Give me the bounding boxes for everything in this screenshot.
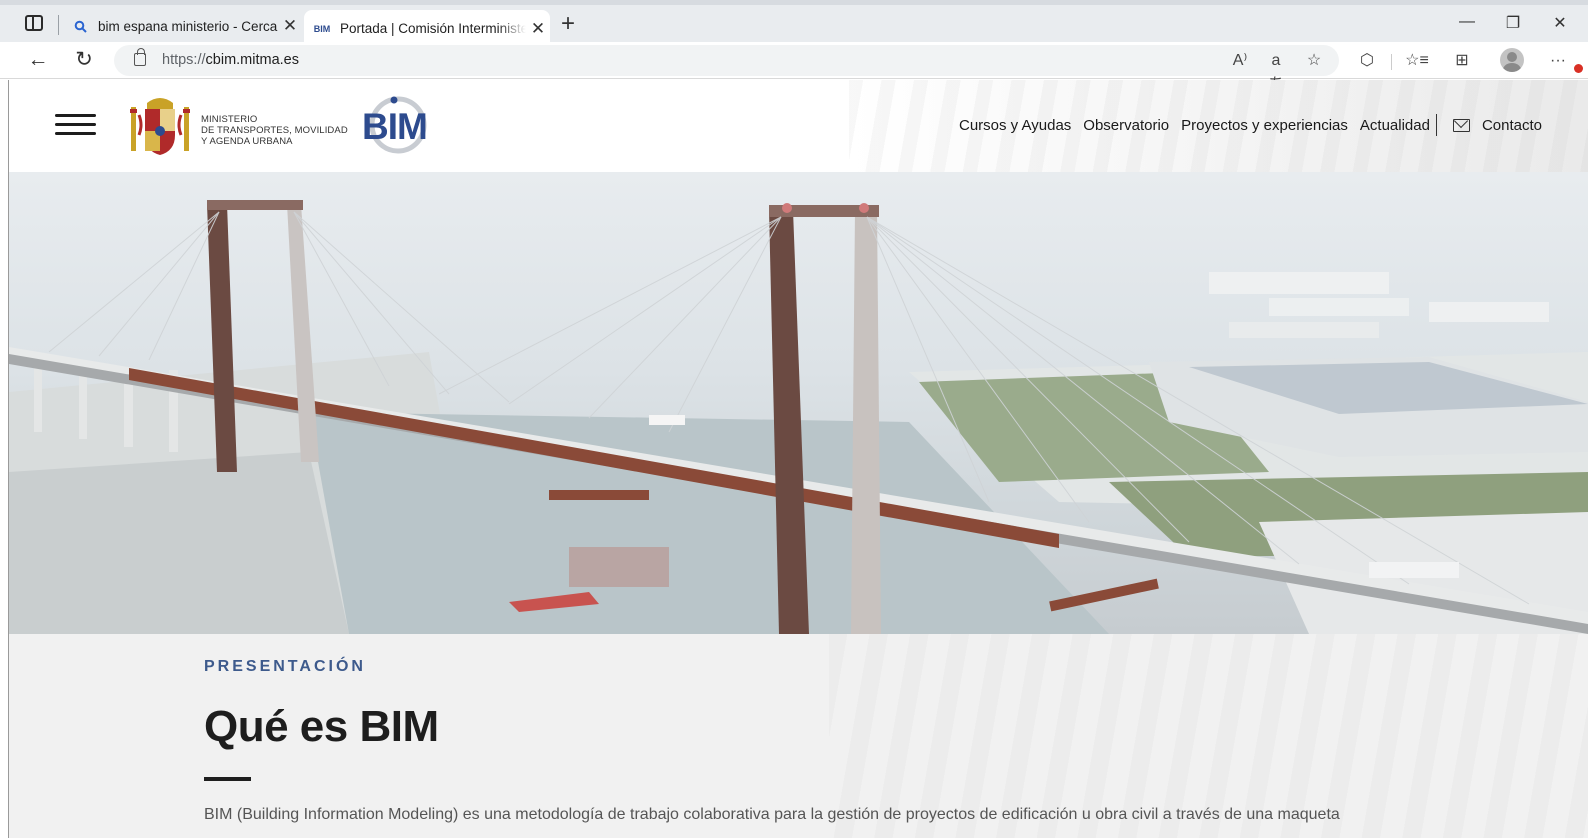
tab-actions-icon[interactable]: [25, 15, 43, 31]
tab-title: bim espana ministerio - Cerca: [98, 18, 278, 34]
more-menu-icon[interactable]: ···: [1546, 49, 1570, 73]
refresh-icon[interactable]: ↻: [70, 47, 98, 75]
hero-bridge-image: [9, 172, 1588, 634]
nav-actualidad[interactable]: Actualidad: [1360, 117, 1430, 134]
add-favorite-icon[interactable]: ☆: [1302, 49, 1326, 73]
tab-title: Portada | Comisión Interministerial BIM: [340, 21, 526, 36]
minimize-icon[interactable]: —: [1452, 13, 1482, 31]
collections-icon[interactable]: ⊞: [1450, 49, 1474, 73]
bim-logo[interactable]: BIM: [361, 95, 431, 155]
browser-tab-strip: bim espana ministerio - Cerca ✕ BIM Port…: [0, 0, 1588, 47]
nav-divider: [1435, 114, 1437, 136]
read-aloud-icon[interactable]: A⁾: [1228, 49, 1252, 73]
coat-of-arms-icon[interactable]: [129, 95, 191, 157]
intro-paragraph: BIM (Building Information Modeling) es u…: [204, 806, 1340, 823]
site-header: MINISTERIO DE TRANSPORTES, MOVILIDAD Y A…: [9, 80, 1588, 172]
lock-icon: [134, 48, 146, 66]
nav-observatorio[interactable]: Observatorio: [1083, 117, 1169, 134]
ministry-name[interactable]: MINISTERIO DE TRANSPORTES, MOVILIDAD Y A…: [201, 114, 348, 147]
nav-contacto[interactable]: Contacto: [1482, 117, 1542, 134]
nav-cursos-y-ayudas[interactable]: Cursos y Ayudas: [959, 117, 1071, 134]
mail-icon[interactable]: [1452, 118, 1470, 132]
tab-divider: [58, 15, 59, 35]
browser-tab-search[interactable]: bim espana ministerio - Cerca ✕: [62, 10, 302, 42]
presentation-section: PRESENTACIÓN Qué es BIM BIM (Building In…: [9, 634, 1588, 838]
search-icon: [72, 18, 88, 34]
web-page: MINISTERIO DE TRANSPORTES, MOVILIDAD Y A…: [9, 80, 1588, 838]
close-tab-icon[interactable]: ✕: [526, 19, 550, 39]
new-tab-icon[interactable]: +: [556, 12, 580, 37]
toolbar-separator: [1391, 54, 1392, 70]
restore-icon[interactable]: ❐: [1498, 13, 1528, 33]
address-bar[interactable]: https://cbim.mitma.es: [114, 45, 1339, 76]
close-tab-icon[interactable]: ✕: [278, 16, 302, 36]
extensions-icon[interactable]: ⬡: [1355, 49, 1379, 73]
section-eyebrow: PRESENTACIÓN: [204, 658, 366, 675]
close-window-icon[interactable]: ✕: [1545, 13, 1575, 33]
bim-favicon: BIM: [313, 23, 331, 34]
profile-avatar[interactable]: [1500, 48, 1524, 72]
url-text: https://cbim.mitma.es: [162, 52, 299, 68]
main-navigation: Cursos y Ayudas Observatorio Proyectos y…: [959, 114, 1554, 136]
heading-underline: [204, 777, 251, 781]
favorites-icon[interactable]: ☆≡: [1405, 49, 1429, 73]
nav-proyectos-y-experiencias[interactable]: Proyectos y experiencias: [1181, 117, 1348, 134]
notification-badge: [1574, 64, 1583, 73]
address-toolbar: ← ↻ https://cbim.mitma.es A⁾ aあ ☆ ⬡ ☆≡ ⊞…: [0, 42, 1588, 93]
page-heading: Qué es BIM: [204, 702, 439, 751]
menu-icon[interactable]: [55, 114, 96, 136]
translate-icon[interactable]: aあ: [1264, 49, 1288, 93]
back-icon[interactable]: ←: [24, 47, 52, 75]
svg-text:BIM: BIM: [362, 106, 427, 147]
